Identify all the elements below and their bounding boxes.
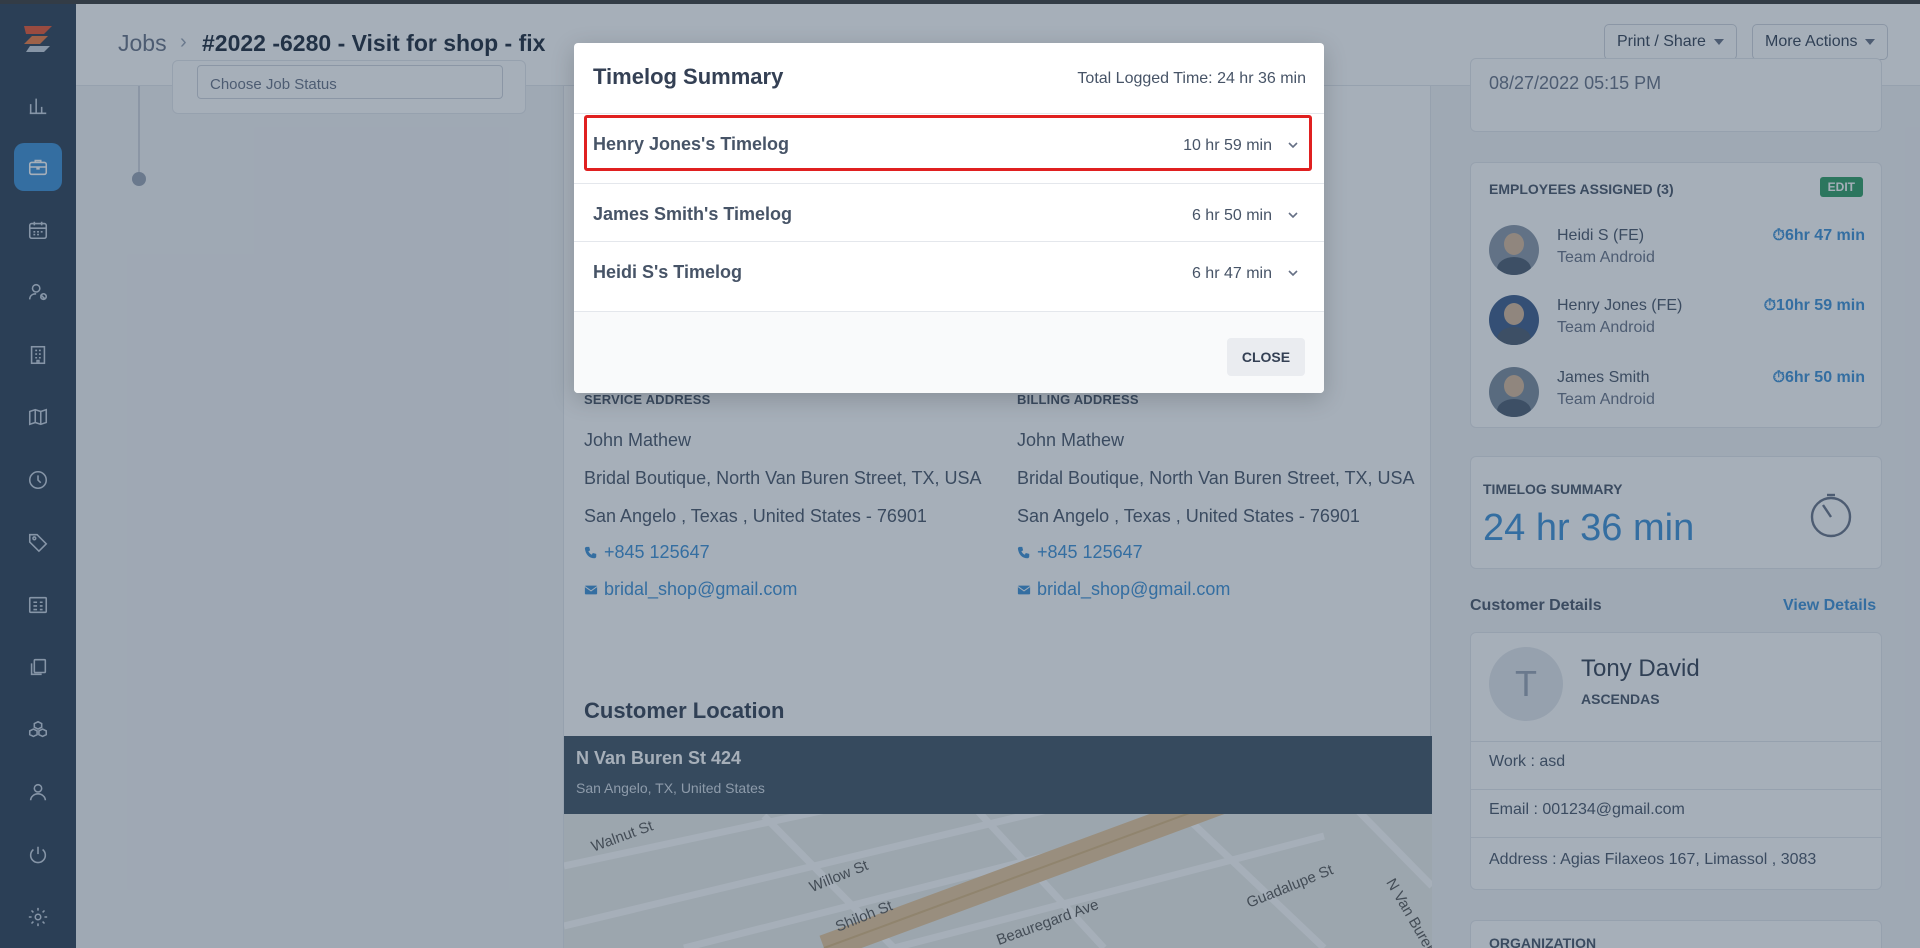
close-button[interactable]: CLOSE — [1227, 338, 1305, 376]
chevron-down-icon[interactable] — [1286, 208, 1300, 222]
modal-footer: CLOSE — [574, 311, 1324, 393]
timelog-row-time: 6 hr 47 min — [1191, 265, 1272, 282]
modal-total-logged: Total Logged Time: 24 hr 36 min — [1077, 70, 1306, 87]
timelog-row-name: James Smith's Timelog — [593, 204, 793, 224]
timelog-row-name: Heidi S's Timelog — [593, 262, 742, 282]
chevron-down-icon[interactable] — [1286, 266, 1300, 280]
modal-title: Timelog Summary — [593, 64, 784, 89]
timelog-summary-modal: Timelog Summary Total Logged Time: 24 hr… — [574, 43, 1324, 393]
timelog-row-heidi[interactable]: Heidi S's Timelog 6 hr 47 min — [574, 241, 1324, 311]
highlight-box — [584, 115, 1312, 171]
timelog-row-time: 6 hr 50 min — [1191, 207, 1272, 224]
